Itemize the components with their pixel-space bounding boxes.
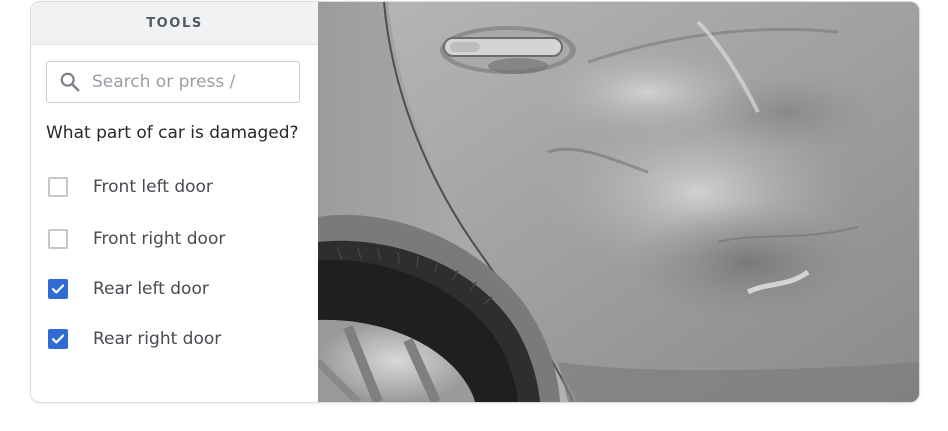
question-label: What part of car is damaged? <box>46 123 299 143</box>
checkmark-icon <box>51 284 65 294</box>
option-rear-left-door[interactable]: Rear left door <box>48 279 209 299</box>
option-front-right-door[interactable]: Front right door <box>48 229 225 249</box>
option-label: Rear right door <box>93 329 222 349</box>
tools-panel: TOOLS What part of car is damaged? Front… <box>31 2 319 402</box>
option-label: Rear left door <box>93 279 209 299</box>
search-input[interactable] <box>90 71 294 93</box>
option-label: Front left door <box>93 177 213 197</box>
option-label: Front right door <box>93 229 226 249</box>
checkbox-front-right-door[interactable] <box>48 229 68 249</box>
checkbox-front-left-door[interactable] <box>48 177 68 197</box>
option-rear-right-door[interactable]: Rear right door <box>48 329 221 349</box>
tools-header: TOOLS <box>31 2 318 45</box>
search-icon <box>59 71 81 93</box>
checkbox-rear-left-door[interactable] <box>48 279 68 299</box>
door-handle-icon <box>440 26 576 74</box>
checkmark-icon <box>51 334 65 344</box>
option-front-left-door[interactable]: Front left door <box>48 177 213 197</box>
checkbox-rear-right-door[interactable] <box>48 329 68 349</box>
search-box[interactable] <box>46 61 300 103</box>
labeling-card: TOOLS What part of car is damaged? Front… <box>30 1 920 403</box>
damaged-car-photo <box>315 2 919 402</box>
